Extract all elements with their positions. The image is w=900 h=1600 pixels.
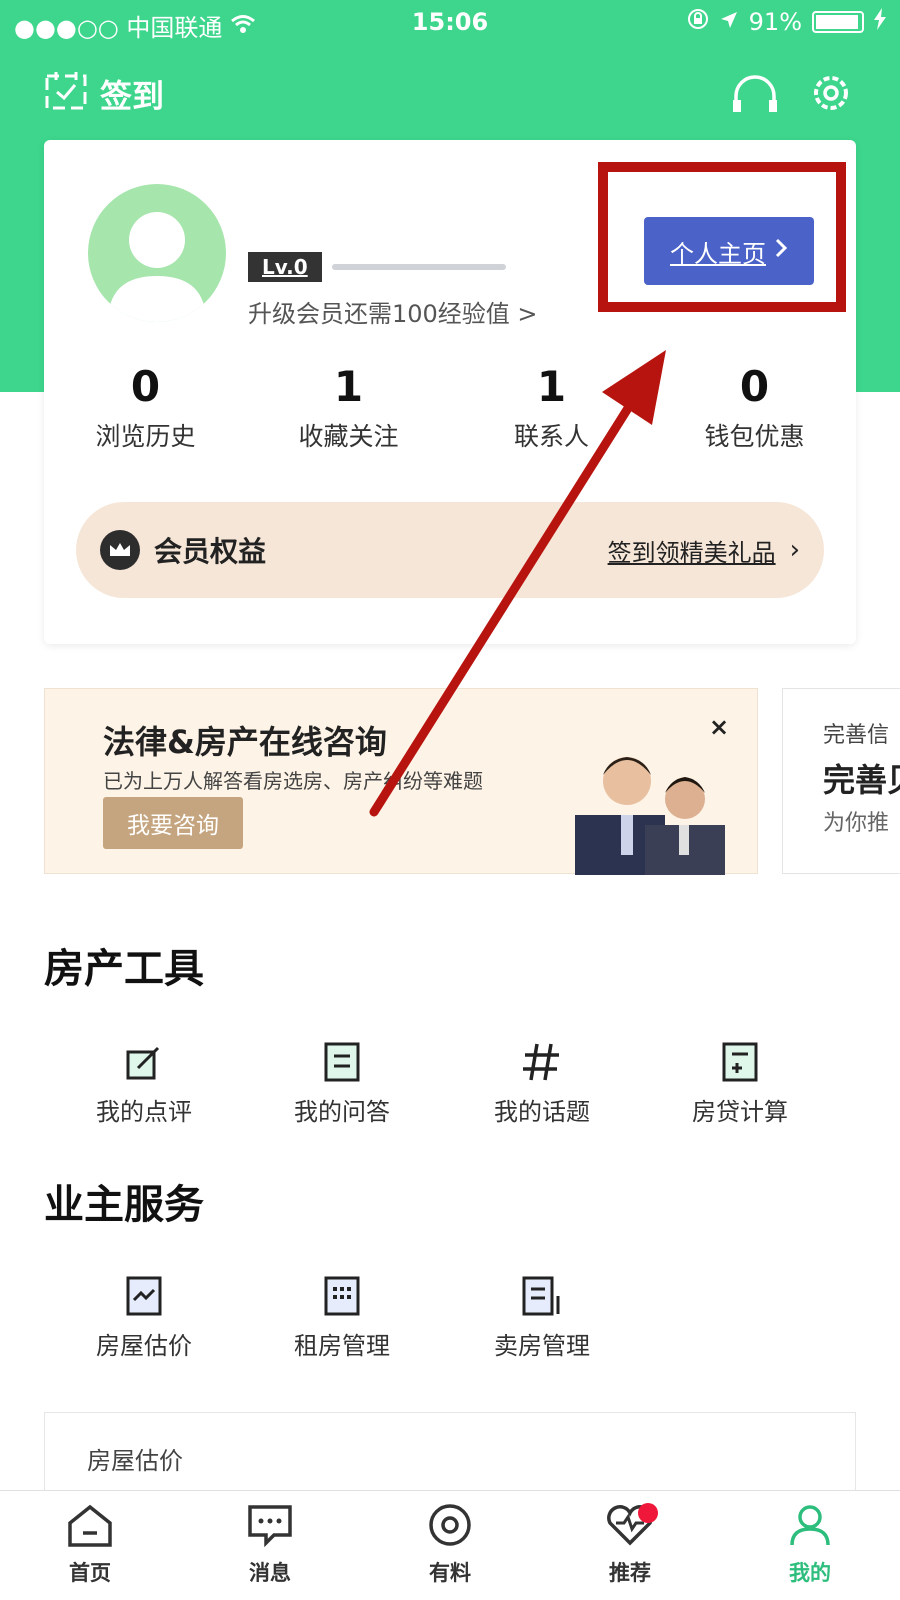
annotation-highlight-box	[598, 162, 846, 312]
tab-discover[interactable]: 有料	[360, 1491, 540, 1600]
battery-percent: 91%	[748, 8, 802, 36]
checkin-button[interactable]: 签到	[44, 70, 164, 118]
tab-messages[interactable]: 消息	[180, 1491, 360, 1600]
sell-icon	[472, 1264, 612, 1316]
tool-my-qa[interactable]: 我的问答	[272, 1030, 412, 1127]
stat-browse-history[interactable]: 0 浏览历史	[44, 362, 247, 453]
service-rental-management[interactable]: 租房管理	[272, 1264, 412, 1361]
building-icon	[272, 1264, 412, 1316]
stat-label: 收藏关注	[298, 422, 399, 451]
stat-label: 联系人	[513, 422, 589, 451]
location-icon	[719, 8, 739, 36]
level-badge: Lv.0	[248, 252, 322, 282]
stat-value: 0	[130, 362, 161, 411]
tool-label: 我的点评	[96, 1098, 192, 1126]
profile-card: Lv.0 升级会员还需100经验值 > 个人主页 0 浏览历史 1 收藏关注 1…	[44, 140, 856, 644]
stat-wallet[interactable]: 0 钱包优惠	[653, 362, 856, 453]
service-house-valuation[interactable]: 房屋估价	[74, 1264, 214, 1361]
stat-value: 1	[333, 362, 364, 411]
owner-section-title: 业主服务	[44, 1182, 204, 1228]
tool-my-topics[interactable]: 我的话题	[472, 1030, 612, 1127]
tab-home[interactable]: 首页	[0, 1491, 180, 1600]
card-title: 完善贝	[823, 761, 900, 799]
crown-icon	[100, 530, 140, 570]
vip-gift-link[interactable]: 签到领精美礼品	[608, 533, 776, 568]
profile-complete-card[interactable]: 完善信 完善贝 为你推	[782, 688, 900, 874]
tab-label: 我的	[789, 1561, 831, 1585]
tab-label: 消息	[249, 1561, 291, 1585]
service-label: 卖房管理	[494, 1332, 590, 1360]
tab-mine[interactable]: 我的	[720, 1491, 900, 1600]
tab-recommend[interactable]: 推荐	[540, 1491, 720, 1600]
tool-label: 我的问答	[294, 1098, 390, 1126]
tool-label: 房贷计算	[692, 1098, 788, 1126]
stat-label: 浏览历史	[95, 422, 196, 451]
card-caption: 完善信	[823, 723, 890, 748]
vip-title: 会员权益	[154, 535, 267, 568]
level-progress-bar	[332, 264, 506, 270]
stat-value: 0	[739, 362, 770, 411]
stat-contacts[interactable]: 1 联系人	[450, 362, 653, 453]
hashtag-icon	[472, 1030, 612, 1082]
stat-favorites[interactable]: 1 收藏关注	[247, 362, 450, 453]
battery-icon	[812, 11, 864, 33]
checkin-label: 签到	[100, 77, 165, 115]
tools-section-title: 房产工具	[44, 946, 204, 992]
vip-benefits-bar[interactable]: 会员权益 签到领精美礼品 ›	[76, 502, 824, 598]
valuation-card-title: 房屋估价	[87, 1447, 183, 1475]
tab-label: 首页	[69, 1561, 111, 1585]
chevron-right-icon: ›	[789, 535, 800, 565]
tab-label: 有料	[429, 1561, 471, 1585]
service-label: 租房管理	[294, 1332, 390, 1360]
status-bar: ●●●○○ 中国联通 15:06 91%	[0, 0, 900, 44]
gear-icon[interactable]	[808, 70, 854, 120]
chart-icon	[74, 1264, 214, 1316]
service-sale-management[interactable]: 卖房管理	[472, 1264, 612, 1361]
avatar[interactable]	[88, 184, 226, 322]
tool-mortgage-calc[interactable]: 房贷计算	[670, 1030, 810, 1127]
consult-button[interactable]: 我要咨询	[103, 797, 243, 849]
top-header: 签到	[0, 60, 900, 124]
service-label: 房屋估价	[96, 1332, 192, 1360]
calendar-check-icon	[44, 70, 88, 118]
target-icon	[426, 1503, 474, 1551]
card-desc: 为你推	[823, 811, 890, 836]
tab-label: 推荐	[609, 1561, 651, 1585]
home-icon	[66, 1503, 114, 1551]
tool-label: 我的话题	[494, 1098, 590, 1126]
stats-row: 0 浏览历史 1 收藏关注 1 联系人 0 钱包优惠	[44, 362, 856, 453]
upgrade-hint-link[interactable]: 升级会员还需100经验值 >	[248, 294, 538, 329]
message-icon	[246, 1503, 294, 1551]
consultants-photo	[575, 729, 725, 875]
stat-label: 钱包优惠	[704, 422, 805, 451]
charging-icon	[874, 8, 886, 36]
tool-my-reviews[interactable]: 我的点评	[74, 1030, 214, 1127]
consult-banner[interactable]: 法律&房产在线咨询 已为上万人解答看房选房、房产纠纷等难题 我要咨询 ×	[44, 688, 758, 875]
banner-title: 法律&房产在线咨询	[103, 723, 387, 761]
user-icon	[786, 1503, 834, 1551]
bottom-tab-bar: 首页 消息 有料 推荐 我的	[0, 1490, 900, 1600]
banner-subtitle: 已为上万人解答看房选房、房产纠纷等难题	[103, 769, 483, 793]
document-icon	[272, 1030, 412, 1082]
stat-value: 1	[536, 362, 567, 411]
headset-icon[interactable]	[730, 70, 780, 120]
calculator-icon	[670, 1030, 810, 1082]
notification-dot	[638, 1503, 658, 1523]
edit-icon	[74, 1030, 214, 1082]
rotation-lock-icon	[687, 8, 709, 36]
